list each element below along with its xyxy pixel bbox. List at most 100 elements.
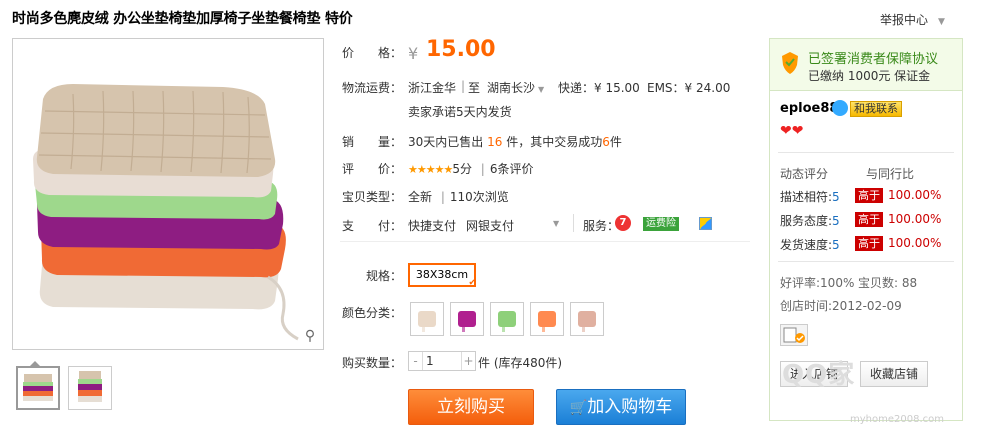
- decrease-button[interactable]: -: [409, 352, 423, 370]
- item-type-info: 全新 | 110次浏览: [408, 188, 509, 205]
- rating-pct: 100.00%: [888, 236, 942, 250]
- sales-prefix: 30天内已售出: [408, 135, 484, 149]
- compare-header: 与同行比: [866, 167, 915, 181]
- review-count: 6条评价: [489, 162, 534, 176]
- cushion-swatch: [498, 311, 516, 332]
- separator: [340, 241, 750, 242]
- buy-now-button[interactable]: 立刻购买: [408, 389, 534, 425]
- rating-label: 描述相符:: [780, 190, 833, 204]
- rating-tag: 高于: [855, 212, 883, 227]
- item-type-label: 宝贝类型：: [342, 190, 403, 204]
- express-fee: 快递：¥ 15.00: [558, 81, 640, 95]
- price-value: 15.00: [426, 37, 496, 62]
- good-rate: 好评率:100%: [780, 276, 855, 290]
- color-option-pink[interactable]: [570, 302, 604, 336]
- quantity-input[interactable]: 1: [423, 352, 461, 370]
- watermark-logo: QQ家: [782, 360, 856, 390]
- deposit-text: 已缴纳 1000元 保证金: [808, 69, 931, 83]
- cart-icon: 🛒: [569, 400, 588, 416]
- color-option-purple[interactable]: [450, 302, 484, 336]
- thumbnail-image: [78, 371, 102, 402]
- view-count: 110次浏览: [449, 190, 509, 204]
- rating-header: 动态评分: [780, 167, 829, 181]
- payment-label: 支 付：: [342, 219, 403, 233]
- rating-label: 服务态度:: [780, 214, 833, 228]
- divider: [573, 214, 574, 232]
- freight-insurance-badge[interactable]: 运费险: [643, 217, 679, 231]
- shipping-to: 湖南长沙: [487, 81, 536, 95]
- review-sep: |: [480, 162, 485, 176]
- payment-bank[interactable]: 网银支付: [466, 217, 514, 234]
- rating-label: 发货速度:: [780, 238, 833, 252]
- zoom-icon[interactable]: ⚲: [301, 327, 319, 345]
- review-summary[interactable]: ★★★★★5分 | 6条评价: [408, 160, 533, 177]
- watermark-url: myhome2008.com: [850, 414, 944, 425]
- cushion-swatch: [538, 311, 556, 332]
- certification-icon[interactable]: [780, 324, 808, 346]
- stock-text: 件 (库存480件): [478, 356, 563, 370]
- add-to-cart-button[interactable]: 🛒加入购物车: [556, 389, 686, 425]
- payment-quick[interactable]: 快捷支付: [408, 217, 456, 234]
- cushion-stack-image: [13, 39, 323, 349]
- rating-stars-icon: ★★★★★: [408, 163, 453, 176]
- rating-score: 5: [832, 190, 840, 204]
- contact-button[interactable]: 和我联系: [850, 101, 902, 117]
- guarantee-icon: [780, 51, 800, 75]
- sales-count: 16: [487, 135, 503, 149]
- divider: [778, 152, 954, 153]
- caret-down-icon: ▼: [538, 85, 545, 94]
- product-title: 时尚多色麂皮绒 办公坐垫椅垫加厚椅子坐垫餐椅垫 特价: [12, 11, 353, 27]
- shipping-sep: |: [461, 79, 466, 93]
- selected-check-icon: ✔: [468, 278, 476, 288]
- quantity-stepper: - 1 +: [408, 351, 476, 371]
- ems-fee: EMS：¥ 24.00: [647, 81, 731, 95]
- cushion-swatch: [578, 311, 596, 332]
- price-label: 价 格：: [342, 46, 403, 60]
- thumbnail-2[interactable]: [68, 366, 112, 410]
- shipping-promise: 卖家承诺5天内发货: [408, 105, 512, 119]
- report-center-link[interactable]: 举报中心 ▼: [880, 11, 945, 28]
- color-option-green[interactable]: [490, 302, 524, 336]
- size-option-38x38[interactable]: 38X38cm ✔: [408, 263, 476, 288]
- item-count: 宝贝数: 88: [858, 276, 918, 290]
- credit-hearts-icon: ❤❤: [780, 123, 804, 139]
- wangwang-icon[interactable]: [832, 100, 848, 116]
- color-option-orange[interactable]: [530, 302, 564, 336]
- rating-tag: 高于: [855, 236, 883, 251]
- review-score: 5分: [452, 162, 472, 176]
- favorite-shop-button[interactable]: 收藏店铺: [860, 361, 928, 387]
- rating-score: 5: [832, 238, 840, 252]
- color-label: 颜色分类：: [342, 306, 403, 320]
- rating-shipping: 发货速度:5 高于 100.00%: [780, 236, 956, 253]
- item-condition: 全新: [408, 190, 433, 204]
- add-to-cart-label: 加入购物车: [587, 397, 673, 417]
- main-product-image[interactable]: ⚲: [12, 38, 324, 350]
- rating-pct: 100.00%: [888, 188, 942, 202]
- sales-text: 30天内已售出 16 件，其中交易成功6件: [408, 133, 622, 150]
- destination-select[interactable]: 湖南长沙 ▼: [487, 79, 544, 96]
- thumbnail-1[interactable]: [16, 366, 60, 410]
- review-label: 评 价：: [342, 162, 403, 176]
- thumbnail-pointer: [30, 361, 40, 366]
- color-option-beige[interactable]: [410, 302, 444, 336]
- currency-symbol: ¥: [408, 44, 419, 63]
- chevron-down-icon: ▼: [938, 17, 945, 27]
- cushion-swatch: [418, 311, 436, 332]
- seller-name[interactable]: eploe88: [780, 101, 838, 116]
- cushion-swatch: [458, 311, 476, 332]
- increase-button[interactable]: +: [461, 352, 475, 370]
- seven-day-return-icon[interactable]: 7: [615, 215, 631, 231]
- thumbnail-image: [23, 374, 53, 401]
- guarantee-text[interactable]: 已签署消费者保障协议: [808, 48, 938, 67]
- service-label: 服务：: [583, 219, 620, 233]
- payment-dropdown-icon[interactable]: ▼: [553, 219, 559, 228]
- rating-description: 描述相符:5 高于 100.00%: [780, 188, 956, 205]
- quantity-label: 购买数量：: [342, 356, 403, 370]
- divider: [778, 261, 954, 262]
- shipping-from: 浙江金华: [408, 81, 457, 95]
- credit-card-icon[interactable]: [699, 217, 712, 230]
- rating-pct: 100.00%: [888, 212, 942, 226]
- sales-success: 6: [602, 135, 610, 149]
- report-label: 举报中心: [880, 13, 929, 27]
- shipping-label: 物流运费：: [342, 81, 403, 95]
